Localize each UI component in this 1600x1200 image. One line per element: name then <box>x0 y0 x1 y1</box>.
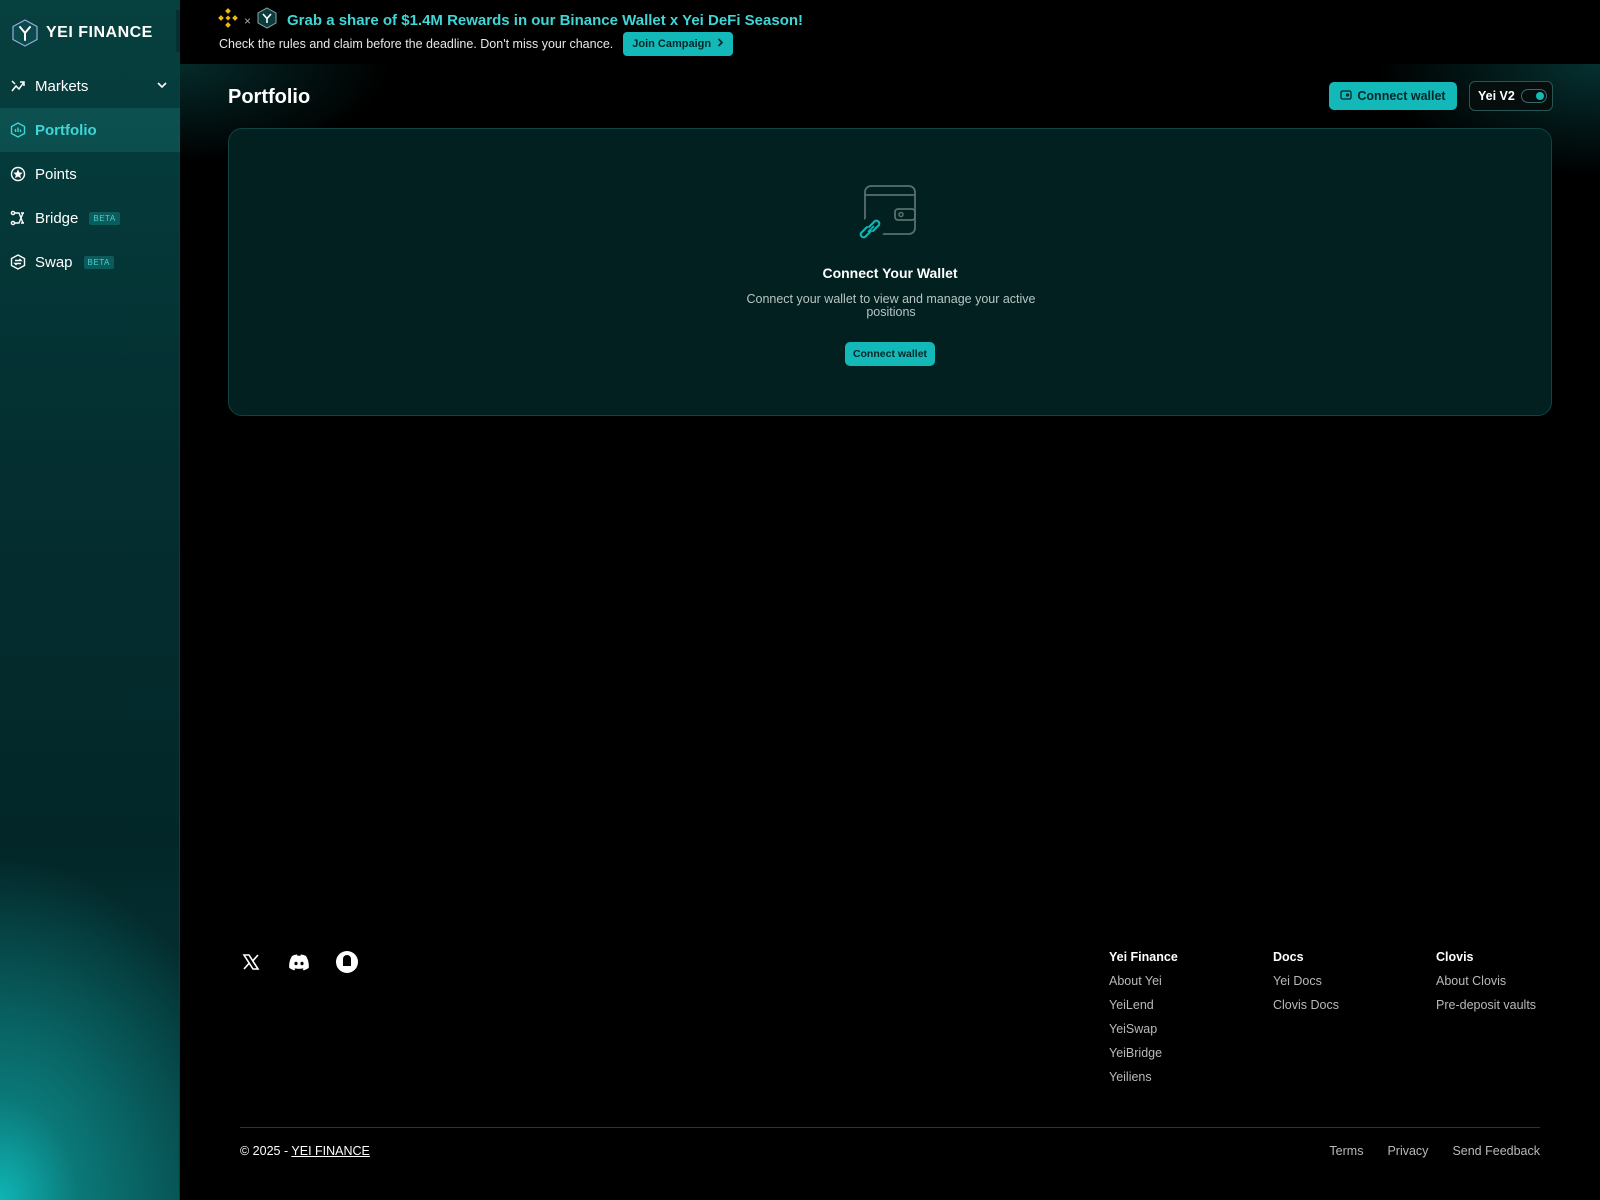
footer-link-yeiliens[interactable]: Yeiliens <box>1109 1070 1178 1084</box>
join-campaign-label: Join Campaign <box>632 38 712 50</box>
sidebar-item-label: Points <box>35 165 77 183</box>
copyright: © 2025 - YEI FINANCE <box>240 1144 370 1158</box>
portfolio-icon <box>10 122 26 138</box>
footer-link-about-clovis[interactable]: About Clovis <box>1436 974 1536 988</box>
footer-link-yeibridge[interactable]: YeiBridge <box>1109 1046 1178 1060</box>
chevron-down-icon[interactable] <box>156 78 168 95</box>
sidebar-item-label: Bridge <box>35 209 79 227</box>
sidebar: YEI FINANCE Markets Portfolio Points Bri… <box>0 0 180 1200</box>
beta-badge: BETA <box>89 211 120 225</box>
version-label: Yei V2 <box>1478 89 1515 103</box>
sidebar-item-points[interactable]: Points <box>0 152 180 196</box>
footer-divider <box>240 1127 1540 1128</box>
markets-icon <box>10 78 26 94</box>
social-links <box>240 951 358 973</box>
sidebar-item-label: Markets <box>35 77 89 95</box>
footer-link-yei-docs[interactable]: Yei Docs <box>1273 974 1339 988</box>
footer-link-pre-deposit-vaults[interactable]: Pre-deposit vaults <box>1436 998 1536 1012</box>
join-campaign-button[interactable]: Join Campaign <box>623 32 734 56</box>
binance-logo-icon <box>218 8 238 33</box>
version-toggle[interactable]: Yei V2 <box>1469 81 1553 111</box>
chat-icon[interactable] <box>336 951 358 973</box>
switch-knob <box>1535 92 1544 100</box>
footer-column-yei-finance: Yei Finance About Yei YeiLend YeiSwap Ye… <box>1109 950 1178 1094</box>
sidebar-item-portfolio[interactable]: Portfolio <box>0 108 180 152</box>
swap-icon <box>10 254 26 270</box>
x-icon[interactable] <box>240 951 262 973</box>
copyright-brand-link[interactable]: YEI FINANCE <box>291 1144 370 1158</box>
version-switch[interactable] <box>1520 89 1547 103</box>
sidebar-item-bridge[interactable]: Bridge BETA <box>0 196 180 240</box>
banner-subtitle: Check the rules and claim before the dea… <box>219 37 614 51</box>
sidebar-item-markets[interactable]: Markets <box>0 64 180 108</box>
sidebar-item-label: Portfolio <box>35 121 97 139</box>
connect-wallet-label: Connect wallet <box>1357 89 1446 103</box>
chevron-right-icon <box>717 38 724 50</box>
yei-logo-icon <box>12 19 38 47</box>
empty-state-title: Connect Your Wallet <box>822 265 958 281</box>
sidebar-item-label: Swap <box>35 253 73 271</box>
campaign-banner: × Grab a share of $1.4M Rewards in our B… <box>180 0 1600 64</box>
page-title: Portfolio <box>228 86 311 108</box>
footer-column-clovis: Clovis About Clovis Pre-deposit vaults <box>1436 950 1536 1022</box>
privacy-link[interactable]: Privacy <box>1387 1144 1428 1158</box>
terms-link[interactable]: Terms <box>1329 1144 1363 1158</box>
footer-column-docs: Docs Yei Docs Clovis Docs <box>1273 950 1339 1022</box>
banner-title[interactable]: Grab a share of $1.4M Rewards in our Bin… <box>287 12 803 29</box>
brand-name: YEI FINANCE <box>46 24 153 41</box>
banner-separator: × <box>244 13 252 28</box>
connect-wallet-button[interactable]: Connect wallet <box>1329 82 1457 110</box>
wallet-link-icon <box>857 183 921 245</box>
bridge-icon <box>10 210 26 226</box>
points-icon <box>10 166 26 182</box>
footer-link-about-yei[interactable]: About Yei <box>1109 974 1178 988</box>
wallet-icon <box>1340 89 1353 103</box>
beta-badge: BETA <box>83 255 114 269</box>
card-connect-wallet-button[interactable]: Connect wallet <box>845 342 935 366</box>
footer-heading: Docs <box>1273 950 1304 964</box>
discord-icon[interactable] <box>288 951 310 973</box>
copyright-prefix: © 2025 - <box>240 1144 289 1158</box>
empty-state-description: Connect your wallet to view and manage y… <box>746 292 1036 319</box>
send-feedback-link[interactable]: Send Feedback <box>1452 1144 1540 1158</box>
footer-heading: Yei Finance <box>1109 950 1178 964</box>
footer-link-yeiswap[interactable]: YeiSwap <box>1109 1022 1178 1036</box>
footer-bottom-links: Terms Privacy Send Feedback <box>1329 1144 1540 1158</box>
connect-wallet-card: Connect Your Wallet Connect your wallet … <box>228 128 1552 416</box>
footer-link-yeilend[interactable]: YeiLend <box>1109 998 1178 1012</box>
yei-small-logo-icon <box>257 7 277 34</box>
sidebar-nav: Markets Portfolio Points Bridge BETA Swa… <box>0 64 180 284</box>
footer-heading: Clovis <box>1436 950 1474 964</box>
brand-logo[interactable]: YEI FINANCE <box>12 18 153 48</box>
footer-link-clovis-docs[interactable]: Clovis Docs <box>1273 998 1339 1012</box>
sidebar-item-swap[interactable]: Swap BETA <box>0 240 180 284</box>
